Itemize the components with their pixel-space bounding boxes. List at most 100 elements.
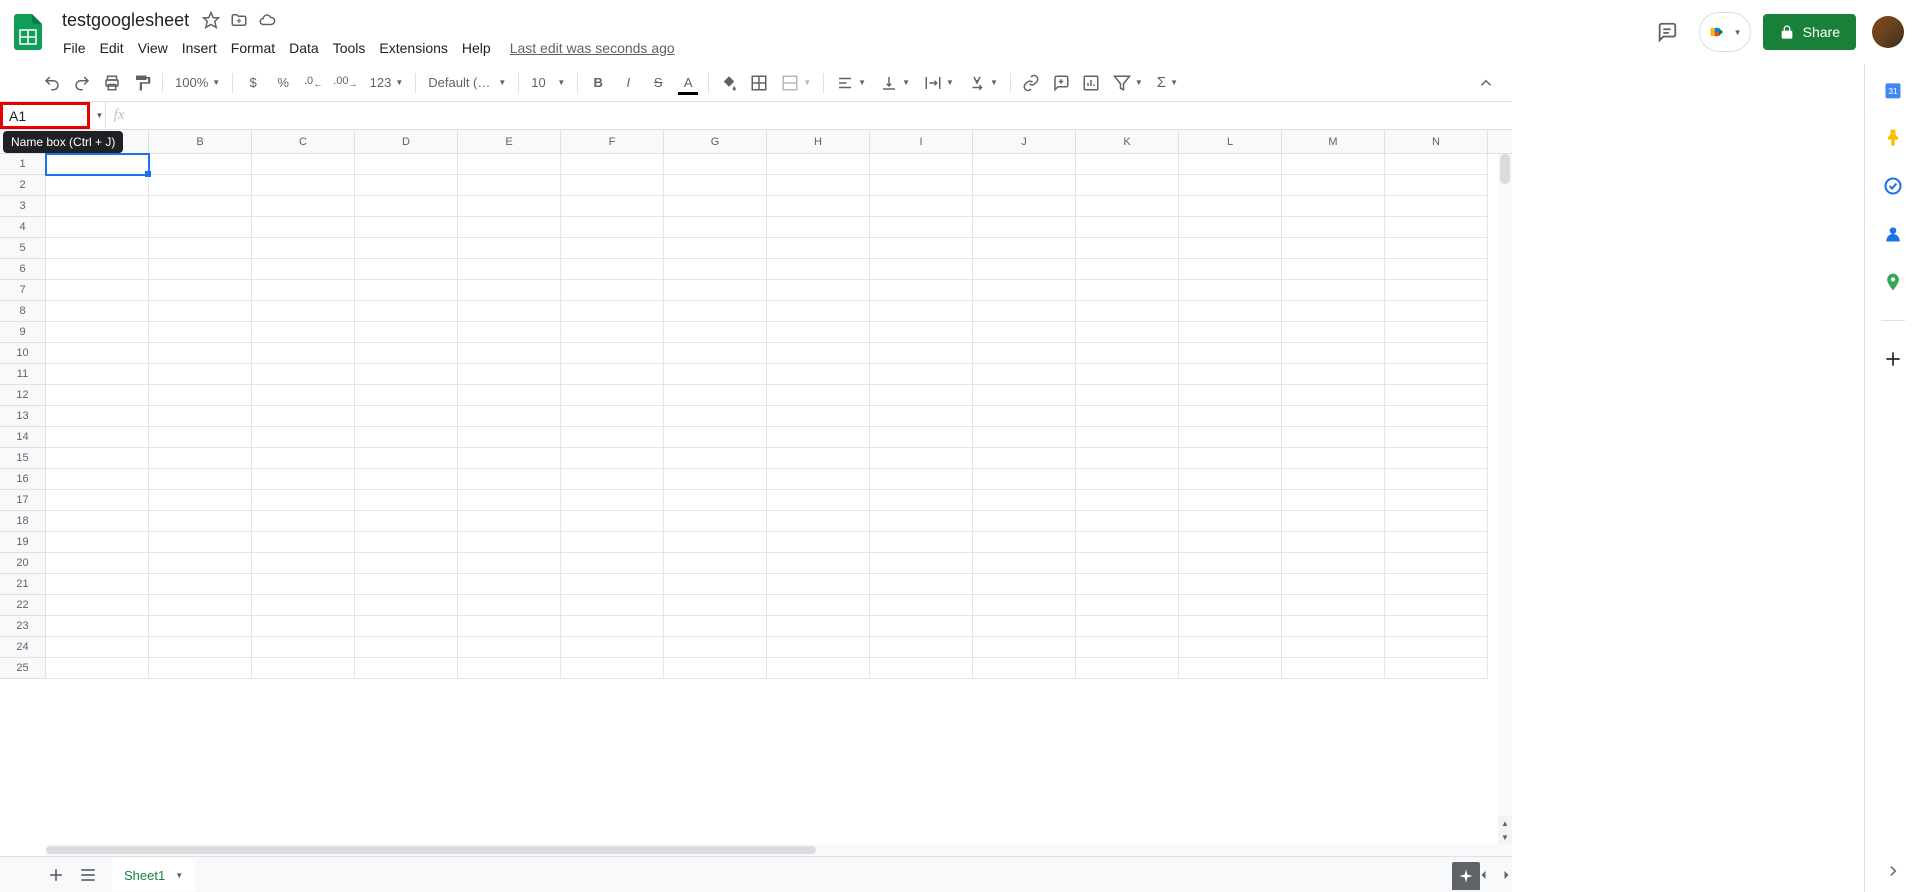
cell[interactable] [664, 259, 767, 280]
comment-history-button[interactable] [1647, 12, 1687, 52]
cell[interactable] [1076, 490, 1179, 511]
cell[interactable] [664, 175, 767, 196]
cell[interactable] [1282, 280, 1385, 301]
cell[interactable] [458, 595, 561, 616]
cell[interactable] [149, 511, 252, 532]
cell[interactable] [252, 448, 355, 469]
cell[interactable] [355, 511, 458, 532]
cell[interactable] [767, 322, 870, 343]
cell[interactable] [973, 364, 1076, 385]
cell[interactable] [252, 658, 355, 679]
cell[interactable] [1076, 217, 1179, 238]
cell[interactable] [355, 322, 458, 343]
cell[interactable] [46, 448, 149, 469]
cell[interactable] [149, 301, 252, 322]
cell[interactable] [458, 616, 561, 637]
cell[interactable] [1076, 427, 1179, 448]
cell[interactable] [458, 448, 561, 469]
cell[interactable] [149, 406, 252, 427]
cell[interactable] [1385, 511, 1488, 532]
cell[interactable] [1179, 595, 1282, 616]
cell[interactable] [664, 154, 767, 175]
cell[interactable] [870, 196, 973, 217]
cell[interactable] [1179, 280, 1282, 301]
insert-link-button[interactable] [1017, 69, 1045, 97]
cell[interactable] [252, 280, 355, 301]
cell[interactable] [561, 175, 664, 196]
cell[interactable] [870, 637, 973, 658]
cell[interactable] [1076, 196, 1179, 217]
cell[interactable] [1282, 637, 1385, 658]
calendar-icon[interactable]: 31 [1883, 80, 1903, 100]
cell[interactable] [149, 532, 252, 553]
cell[interactable] [870, 616, 973, 637]
cell[interactable] [355, 658, 458, 679]
cell[interactable] [252, 616, 355, 637]
row-header[interactable]: 4 [0, 217, 46, 238]
cell[interactable] [355, 343, 458, 364]
cell[interactable] [870, 280, 973, 301]
cell[interactable] [149, 259, 252, 280]
cell[interactable] [458, 385, 561, 406]
cell[interactable] [149, 616, 252, 637]
cell[interactable] [1179, 154, 1282, 175]
menu-edit[interactable]: Edit [93, 36, 131, 60]
cell[interactable] [1282, 301, 1385, 322]
cell[interactable] [767, 175, 870, 196]
strikethrough-button[interactable]: S [644, 69, 672, 97]
cell[interactable] [1179, 301, 1282, 322]
tasks-icon[interactable] [1883, 176, 1903, 196]
cell[interactable] [149, 196, 252, 217]
cell[interactable] [355, 364, 458, 385]
print-button[interactable] [98, 69, 126, 97]
menu-tools[interactable]: Tools [326, 36, 373, 60]
cell[interactable] [149, 574, 252, 595]
cell[interactable] [664, 574, 767, 595]
cell[interactable] [458, 238, 561, 259]
cell[interactable] [767, 574, 870, 595]
cell[interactable] [561, 322, 664, 343]
cell[interactable] [561, 637, 664, 658]
percent-button[interactable]: % [269, 69, 297, 97]
cell[interactable] [767, 595, 870, 616]
row-header[interactable]: 5 [0, 238, 46, 259]
name-box-dropdown[interactable]: ▼ [90, 102, 106, 129]
cell[interactable] [1179, 532, 1282, 553]
cell[interactable] [46, 595, 149, 616]
cell[interactable] [664, 511, 767, 532]
cell[interactable] [1179, 175, 1282, 196]
cell[interactable] [664, 616, 767, 637]
cell[interactable] [1282, 658, 1385, 679]
cell[interactable] [1076, 385, 1179, 406]
cell[interactable] [664, 427, 767, 448]
cell[interactable] [1076, 343, 1179, 364]
cell[interactable] [355, 259, 458, 280]
cell[interactable] [767, 154, 870, 175]
cell[interactable] [149, 553, 252, 574]
cell[interactable] [870, 469, 973, 490]
maps-icon[interactable] [1883, 272, 1903, 292]
cell[interactable] [973, 175, 1076, 196]
cell[interactable] [561, 532, 664, 553]
cell[interactable] [561, 574, 664, 595]
cell[interactable] [252, 574, 355, 595]
text-wrap-button[interactable]: ▼ [918, 69, 960, 97]
cell[interactable] [664, 301, 767, 322]
cell[interactable] [767, 259, 870, 280]
cell[interactable] [1179, 196, 1282, 217]
cell[interactable] [458, 511, 561, 532]
cell[interactable] [767, 553, 870, 574]
cell[interactable] [1282, 616, 1385, 637]
row-header[interactable]: 17 [0, 490, 46, 511]
cell[interactable] [1385, 238, 1488, 259]
cell[interactable] [767, 616, 870, 637]
column-header[interactable]: G [664, 130, 767, 153]
cell[interactable] [870, 238, 973, 259]
cell[interactable] [46, 154, 149, 175]
cell[interactable] [458, 406, 561, 427]
cell[interactable] [458, 343, 561, 364]
cell[interactable] [46, 364, 149, 385]
cell[interactable] [1076, 553, 1179, 574]
cell[interactable] [355, 217, 458, 238]
cell[interactable] [1179, 406, 1282, 427]
